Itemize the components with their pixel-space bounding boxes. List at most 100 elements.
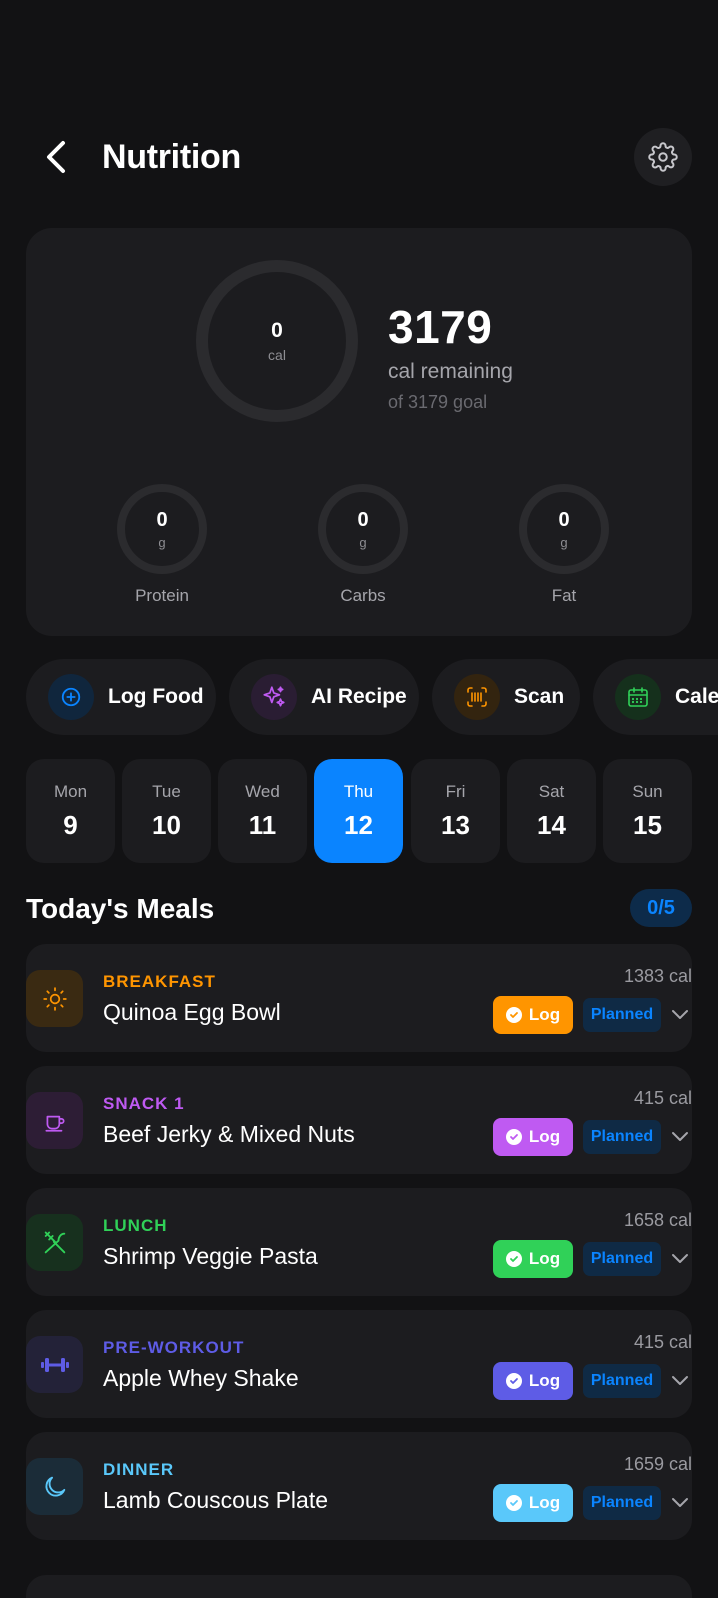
page-title: Nutrition	[102, 137, 241, 176]
macro-label: Fat	[551, 586, 577, 605]
day-wed[interactable]: Wed 11	[218, 759, 307, 863]
meals-count-badge: 0/5	[630, 889, 692, 927]
day-name: Mon	[53, 781, 88, 801]
log-meal-button[interactable]: Log	[493, 1240, 573, 1278]
day-number: 13	[441, 809, 470, 840]
meal-name: Apple Whey Shake	[103, 1365, 299, 1391]
chevron-left-icon	[47, 141, 65, 173]
week-selector: Mon 9 Tue 10 Wed 11 Thu 12 Fri 13 Sat 14…	[26, 759, 692, 863]
meal-card-pre-workout[interactable]: PRE-WORKOUT Apple Whey Shake 415 cal Log…	[26, 1310, 692, 1418]
gear-icon	[648, 142, 678, 172]
day-sun[interactable]: Sun 15	[603, 759, 692, 863]
header: Nutrition	[26, 128, 692, 186]
day-thu-selected[interactable]: Thu 12	[314, 759, 403, 863]
log-label: Log	[528, 1371, 561, 1390]
scan-button[interactable]: Scan	[432, 659, 580, 735]
action-label: Log Food	[108, 685, 204, 708]
calories-consumed: 0	[271, 319, 283, 342]
sparkles-icon	[251, 674, 297, 720]
day-name: Thu	[343, 781, 374, 801]
chevron-down-icon[interactable]	[670, 1127, 690, 1147]
calorie-ring: 0 cal	[196, 260, 358, 422]
planned-badge: Planned	[583, 1364, 661, 1398]
meal-calories: 415 cal	[633, 1088, 692, 1108]
log-meal-button[interactable]: Log	[493, 1362, 573, 1400]
log-label: Log	[528, 1249, 561, 1268]
chevron-down-icon[interactable]	[670, 1005, 690, 1025]
action-label: AI Recipe	[311, 685, 407, 708]
macro-value: 0	[357, 508, 369, 531]
planned-badge: Planned	[583, 1486, 661, 1520]
meal-type: LUNCH	[103, 1216, 168, 1235]
next-card-partial	[26, 1575, 692, 1598]
planned-badge: Planned	[583, 1120, 661, 1154]
macro-value: 0	[156, 508, 168, 531]
calendar-icon	[615, 674, 661, 720]
day-sat[interactable]: Sat 14	[507, 759, 596, 863]
day-number: 14	[537, 809, 566, 840]
macro-unit: g	[560, 534, 568, 550]
meal-name: Quinoa Egg Bowl	[103, 999, 281, 1025]
log-label: Log	[528, 1005, 561, 1024]
log-food-button[interactable]: Log Food	[26, 659, 216, 735]
macro-unit: g	[359, 534, 367, 550]
day-name: Wed	[245, 781, 280, 801]
day-mon[interactable]: Mon 9	[26, 759, 115, 863]
sun-icon	[26, 970, 83, 1027]
meal-name: Beef Jerky & Mixed Nuts	[103, 1121, 355, 1147]
check-circle-icon	[505, 1251, 522, 1267]
meal-calories: 1383 cal	[623, 966, 692, 986]
plus-circle-icon	[48, 674, 94, 720]
day-number: 9	[63, 809, 78, 840]
macro-carbs: 0 g Carbs	[313, 484, 413, 606]
planned-badge: Planned	[583, 998, 661, 1032]
chevron-down-icon[interactable]	[670, 1371, 690, 1391]
macro-ring: 0 g	[519, 484, 609, 574]
day-name: Sat	[538, 781, 565, 801]
barcode-icon	[454, 674, 500, 720]
meal-card-snack[interactable]: SNACK 1 Beef Jerky & Mixed Nuts 415 cal …	[26, 1066, 692, 1174]
macro-value: 0	[558, 508, 570, 531]
macro-fat: 0 g Fat	[514, 484, 614, 606]
log-label: Log	[528, 1493, 561, 1512]
macro-unit: g	[158, 534, 166, 550]
macro-protein: 0 g Protein	[112, 484, 212, 606]
macro-label: Protein	[135, 586, 189, 605]
dumbbell-icon	[26, 1336, 83, 1393]
day-name: Fri	[445, 781, 466, 801]
meal-card-dinner[interactable]: DINNER Lamb Couscous Plate 1659 cal Log …	[26, 1432, 692, 1540]
meal-calories: 415 cal	[633, 1332, 692, 1352]
log-meal-button[interactable]: Log	[493, 1118, 573, 1156]
chevron-down-icon[interactable]	[670, 1493, 690, 1513]
log-label: Log	[528, 1127, 561, 1146]
day-tue[interactable]: Tue 10	[122, 759, 211, 863]
quick-actions: Log Food AI Recipe Scan Cale	[26, 659, 718, 735]
log-meal-button[interactable]: Log	[493, 1484, 573, 1522]
settings-button[interactable]	[634, 128, 692, 186]
meal-calories: 1658 cal	[623, 1210, 692, 1230]
calorie-goal-label: of 3179 goal	[388, 392, 488, 412]
meal-name: Shrimp Veggie Pasta	[103, 1243, 318, 1269]
meal-type: DINNER	[103, 1460, 175, 1479]
day-name: Sun	[632, 781, 663, 801]
calories-remaining: 3179	[388, 301, 493, 353]
calories-unit: cal	[268, 347, 286, 363]
day-fri[interactable]: Fri 13	[411, 759, 500, 863]
check-circle-icon	[505, 1007, 522, 1023]
meal-card-lunch[interactable]: LUNCH Shrimp Veggie Pasta 1658 cal Log P…	[26, 1188, 692, 1296]
log-meal-button[interactable]: Log	[493, 996, 573, 1034]
macro-ring: 0 g	[318, 484, 408, 574]
calories-remaining-label: cal remaining	[388, 360, 513, 383]
day-number: 10	[152, 809, 181, 840]
moon-icon	[26, 1458, 83, 1515]
check-circle-icon	[505, 1495, 522, 1511]
meal-type: BREAKFAST	[103, 972, 216, 991]
day-name: Tue	[152, 781, 181, 801]
ai-recipe-button[interactable]: AI Recipe	[229, 659, 419, 735]
chevron-down-icon[interactable]	[670, 1249, 690, 1269]
meal-card-breakfast[interactable]: BREAKFAST Quinoa Egg Bowl 1383 cal Log P…	[26, 944, 692, 1052]
back-button[interactable]	[36, 128, 76, 186]
planned-badge: Planned	[583, 1242, 661, 1276]
calendar-button[interactable]: Cale	[593, 659, 718, 735]
action-label: Scan	[514, 685, 565, 708]
